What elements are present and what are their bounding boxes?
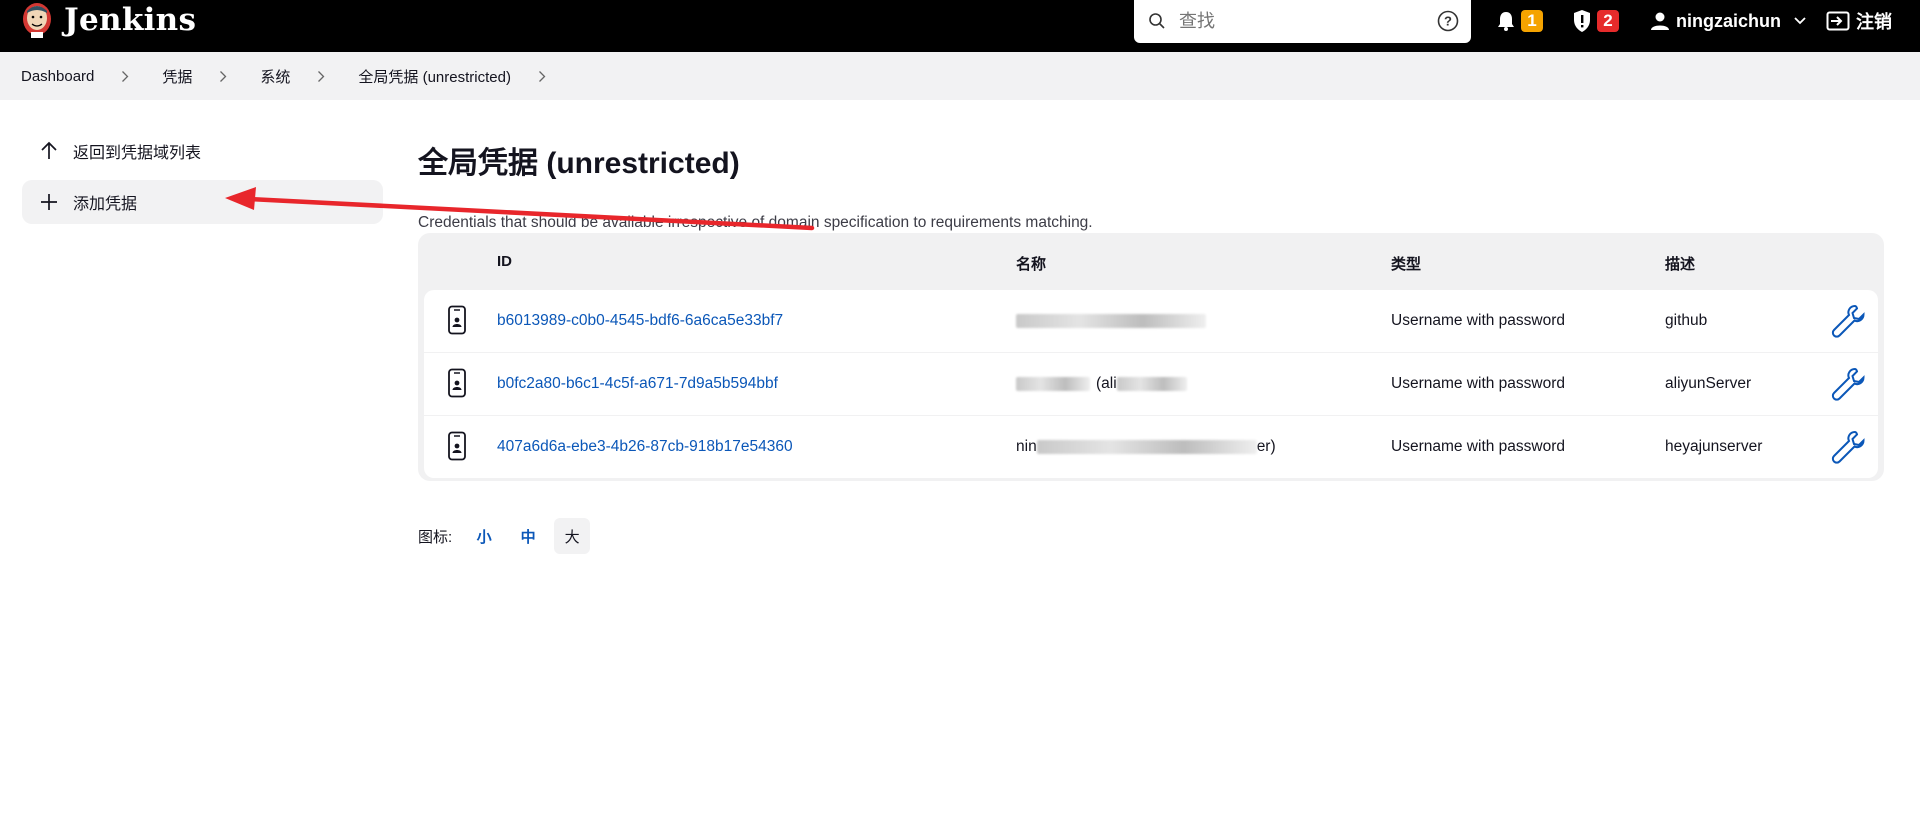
search-input[interactable] [1179, 6, 1419, 36]
credential-phone-icon [448, 368, 466, 398]
credential-name [1016, 290, 1206, 352]
arrow-up-icon [37, 139, 61, 163]
wrench-icon[interactable] [1830, 429, 1866, 465]
wrench-icon[interactable] [1830, 303, 1866, 339]
logout-button[interactable]: 注销 [1826, 8, 1892, 34]
credential-name: nin er) [1016, 416, 1276, 478]
credential-phone-icon [448, 431, 466, 461]
credential-name-prefix: nin [1016, 438, 1037, 455]
chevron-down-icon [1794, 17, 1806, 25]
credential-id-link[interactable]: 407a6d6a-ebe3-4b26-87cb-918b17e54360 [497, 416, 793, 478]
redacted-blur [1016, 377, 1090, 391]
logout-label: 注销 [1856, 12, 1892, 32]
credentials-table: ID 名称 类型 描述 b6013989-c0b0-4545-bdf6-6a6c… [418, 233, 1884, 481]
breadcrumb-credentials[interactable]: 凭据 [162, 66, 192, 87]
credential-name-suffix: (ali [1096, 375, 1117, 392]
column-header-id[interactable]: ID [497, 253, 512, 270]
chevron-right-icon[interactable] [527, 69, 557, 83]
table-row: 407a6d6a-ebe3-4b26-87cb-918b17e54360 nin… [424, 416, 1878, 478]
credential-phone-icon [448, 305, 466, 335]
breadcrumb-dashboard[interactable]: Dashboard [21, 68, 94, 85]
top-header: Jenkins ? 1 2 ningzaichun [0, 0, 1920, 52]
chevron-right-icon[interactable] [306, 69, 336, 83]
plus-icon [37, 190, 61, 214]
sidebar-item-back-to-domains[interactable]: 返回到凭据域列表 [22, 129, 383, 173]
sidebar-item-label: 添加凭据 [73, 196, 138, 213]
shield-alert-icon [1574, 10, 1590, 32]
credential-description: aliyunServer [1665, 375, 1752, 392]
redacted-blur [1036, 440, 1257, 454]
redacted-blur [1116, 377, 1187, 391]
credential-type: Username with password [1391, 438, 1566, 455]
table-row: b6013989-c0b0-4545-bdf6-6a6ca5e33bf7 Use… [424, 290, 1878, 352]
page-description: Credentials that should be available irr… [418, 214, 1093, 231]
sidebar-item-label: 返回到凭据域列表 [73, 145, 202, 162]
breadcrumb-global-credentials[interactable]: 全局凭据 (unrestricted) [358, 66, 511, 87]
chevron-right-icon[interactable] [110, 69, 140, 83]
credential-description: github [1665, 312, 1708, 329]
security-badge: 2 [1597, 10, 1619, 32]
table-row: b0fc2a80-b6c1-4c5f-a671-7d9a5b594bbf (al… [424, 353, 1878, 415]
icon-size-selector: 图标: 小 中 大 [418, 518, 591, 554]
icon-size-medium[interactable]: 中 [510, 518, 546, 554]
column-header-description[interactable]: 描述 [1665, 253, 1695, 274]
credential-name: (ali [1016, 353, 1187, 415]
notifications-badge: 1 [1521, 10, 1543, 32]
column-header-name[interactable]: 名称 [1016, 253, 1046, 274]
chevron-right-icon[interactable] [208, 69, 238, 83]
user-icon [1651, 12, 1669, 30]
logout-icon [1826, 11, 1850, 31]
help-icon[interactable]: ? [1437, 10, 1459, 32]
credential-type: Username with password [1391, 375, 1566, 392]
redacted-blur [1016, 314, 1206, 328]
icon-size-label: 图标: [418, 528, 453, 546]
search-box[interactable]: ? [1134, 0, 1471, 43]
page-title: 全局凭据 (unrestricted) [418, 147, 740, 180]
credential-name-suffix: er) [1256, 438, 1276, 455]
security-button[interactable]: 2 [1572, 8, 1619, 34]
user-name: ningzaichun [1676, 10, 1781, 31]
app-name: Jenkins [64, 2, 197, 38]
credential-id-link[interactable]: b6013989-c0b0-4545-bdf6-6a6ca5e33bf7 [497, 290, 783, 352]
breadcrumb-system[interactable]: 系统 [260, 66, 290, 87]
jenkins-logo[interactable]: Jenkins [20, 0, 196, 40]
wrench-icon[interactable] [1830, 366, 1866, 402]
sidebar-item-add-credentials[interactable]: 添加凭据 [22, 180, 383, 224]
user-menu[interactable]: ningzaichun [1650, 8, 1807, 34]
search-icon [1149, 13, 1165, 29]
svg-text:?: ? [1444, 14, 1452, 29]
breadcrumb: Dashboard 凭据 系统 全局凭据 (unrestricted) [0, 52, 1920, 100]
credential-type: Username with password [1391, 312, 1566, 329]
icon-size-small[interactable]: 小 [466, 518, 502, 554]
credential-description: heyajunserver [1665, 438, 1763, 455]
icon-size-large[interactable]: 大 [554, 518, 591, 554]
bell-icon [1498, 12, 1514, 31]
notifications-button[interactable]: 1 [1496, 8, 1543, 34]
jenkins-butler-icon [23, 3, 51, 38]
column-header-type[interactable]: 类型 [1391, 253, 1421, 274]
credential-id-link[interactable]: b0fc2a80-b6c1-4c5f-a671-7d9a5b594bbf [497, 353, 778, 415]
